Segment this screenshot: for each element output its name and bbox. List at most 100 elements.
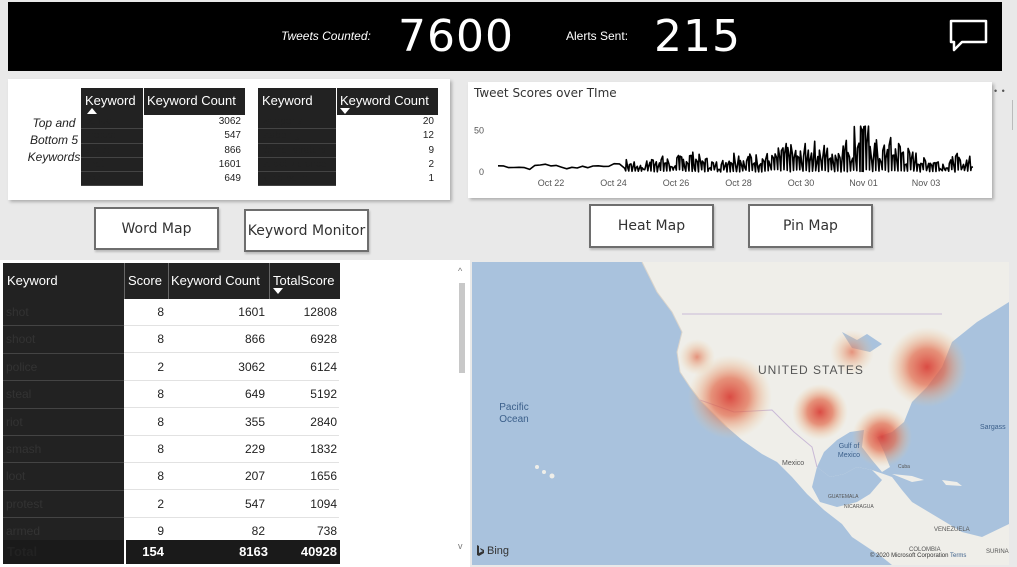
bottom-row[interactable]: demonstrators 9 [258,143,438,158]
bottom-count-cell: 2 [428,158,434,170]
total-row: Total 154 8163 40928 [3,540,340,564]
y-tick-label: 0 [479,167,484,177]
x-tick-label: Oct 28 [725,178,752,188]
series-line[interactable] [497,125,974,173]
scroll-up-icon[interactable]: ^ [458,266,462,276]
cell-keyword: riot [3,408,124,436]
map-label-cuba: Cuba [898,464,910,470]
cell-count: 229 [244,442,265,456]
table-row[interactable]: riot 8 355 2840 [3,408,340,436]
y-tick-label: 50 [474,125,484,135]
heat-map-view[interactable]: UNITED STATES Pacific Ocean Gulf of Mexi… [472,262,1009,565]
terms-link[interactable]: Terms [950,553,966,559]
bottom-count-cell: 1 [428,173,434,185]
tweets-counted-label: Tweets Counted: [281,29,371,43]
header-bar: Tweets Counted: 7600 Alerts Sent: 215 [8,2,1002,71]
table-row[interactable]: smash 8 229 1832 [3,436,340,464]
col-keyword-count[interactable]: Keyword Count [171,273,260,288]
table-row[interactable]: police 2 3062 6124 [3,353,340,382]
sort-desc-icon[interactable] [273,288,283,294]
total-totalscore: 40928 [300,544,337,559]
cell-total: 1832 [310,442,337,456]
cell-count: 866 [244,332,265,347]
sort-desc-icon[interactable] [340,108,350,114]
cell-count: 649 [244,387,265,402]
bottom-keyword-cell: stabbing [258,129,336,144]
cell-total: 6928 [310,332,337,347]
bottom-count-cell: 12 [422,130,434,142]
tweets-counted-value: 7600 [398,11,514,62]
more-options-icon[interactable]: • • [994,86,1006,96]
top-row[interactable]: police 3062 [81,115,245,130]
x-tick-label: Nov 03 [912,178,941,188]
alerts-sent-value: 215 [654,11,741,62]
cell-total: 12808 [303,305,337,319]
copyright-text: © 2020 Microsoft Corporation [870,553,949,559]
top-col-count[interactable]: Keyword Count [147,93,236,108]
top-row[interactable]: shoot 866 [81,143,245,158]
bottom-table-header: Keyword Keyword Count [258,88,438,115]
bottom-col-keyword[interactable]: Keyword [262,93,313,108]
table-row[interactable]: loot 8 207 1656 [3,463,340,491]
bottom-keywords-table: Keyword Keyword Count weapons 20 stabbing 1… [258,88,438,187]
cell-total: 2840 [310,414,337,429]
map-label-guatemala: GUATEMALA [828,494,859,500]
map-label-suriname: SURINA [986,549,1009,555]
table-row[interactable]: steal 8 649 5192 [3,381,340,409]
top-bottom-title: Top and Bottom 5 Keywords [27,116,81,164]
cell-score: 8 [157,442,164,456]
speech-bubble-icon[interactable] [948,18,990,54]
bottom-row[interactable]: stabbing 12 [258,129,438,144]
pin-map-button[interactable]: Pin Map [748,204,873,248]
col-total-score[interactable]: TotalScore [273,273,334,288]
bottom-keyword-cell: weapons [258,115,336,130]
cell-count: 355 [244,414,265,429]
keyword-monitor-button[interactable]: Keyword Monitor [244,209,369,252]
total-count: 8163 [239,544,268,559]
table-row[interactable]: shoot 8 866 6928 [3,326,340,354]
bottom-row[interactable]: weapons 20 [258,115,438,130]
top-row[interactable]: protest 547 [81,129,245,144]
cell-keyword: smash [3,436,124,464]
cell-count: 547 [244,496,265,511]
top-row[interactable]: steal 649 [81,172,245,187]
cell-keyword: shoot [3,326,124,354]
top-keyword-cell: protest [81,129,143,144]
bottom-count-cell: 9 [428,144,434,156]
scroll-down-icon[interactable]: v [458,541,463,551]
bottom-row[interactable]: street violence 2 [258,157,438,173]
top-keyword-cell: shot [81,157,143,173]
x-tick-label: Oct 22 [538,178,565,188]
bottom-keyword-cell: demonstrators [258,143,336,158]
cell-total: 1094 [310,496,337,511]
cell-score: 8 [157,469,164,484]
cell-keyword: loot [3,463,124,491]
bottom-row[interactable]: knife point 1 [258,172,438,187]
cell-score: 8 [157,305,164,319]
bottom-col-count[interactable]: Keyword Count [340,93,429,108]
map-label-mexico: Mexico [782,460,805,467]
table-row[interactable]: shot 8 1601 12808 [3,299,340,327]
col-score[interactable]: Score [128,273,162,288]
cell-score: 2 [157,359,164,374]
table-row[interactable]: protest 2 547 1094 [3,490,340,519]
sort-asc-icon[interactable] [87,108,97,114]
top-table-header: Keyword Keyword Count [81,88,245,115]
map-label-ocean: Pacific Ocean [499,402,529,425]
word-map-button[interactable]: Word Map [94,207,219,250]
map-label-venezuela: VENEZUELA [934,527,970,533]
cell-total: 5192 [310,387,337,402]
cell-keyword: shot [3,299,124,327]
tweet-scores-chart: Tweet Scores over TIme 50 0 Oct 22 Oct 24 Oc… [468,82,992,198]
cell-count: 207 [244,469,265,484]
big-table-header: Keyword Score Keyword Count TotalScore [3,263,340,299]
bottom-keyword-cell: street violence [258,157,336,173]
heat-map-button[interactable]: Heat Map [589,204,714,248]
top-keywords-table: Keyword Keyword Count police 3062 protest 5… [81,88,245,187]
top-count-cell: 866 [224,144,241,156]
col-keyword[interactable]: Keyword [7,273,58,288]
top-col-keyword[interactable]: Keyword [85,93,136,108]
table-scrollbar[interactable] [459,283,465,373]
map-label-country: UNITED STATES [758,363,864,377]
top-row[interactable]: shot 1601 [81,157,245,173]
